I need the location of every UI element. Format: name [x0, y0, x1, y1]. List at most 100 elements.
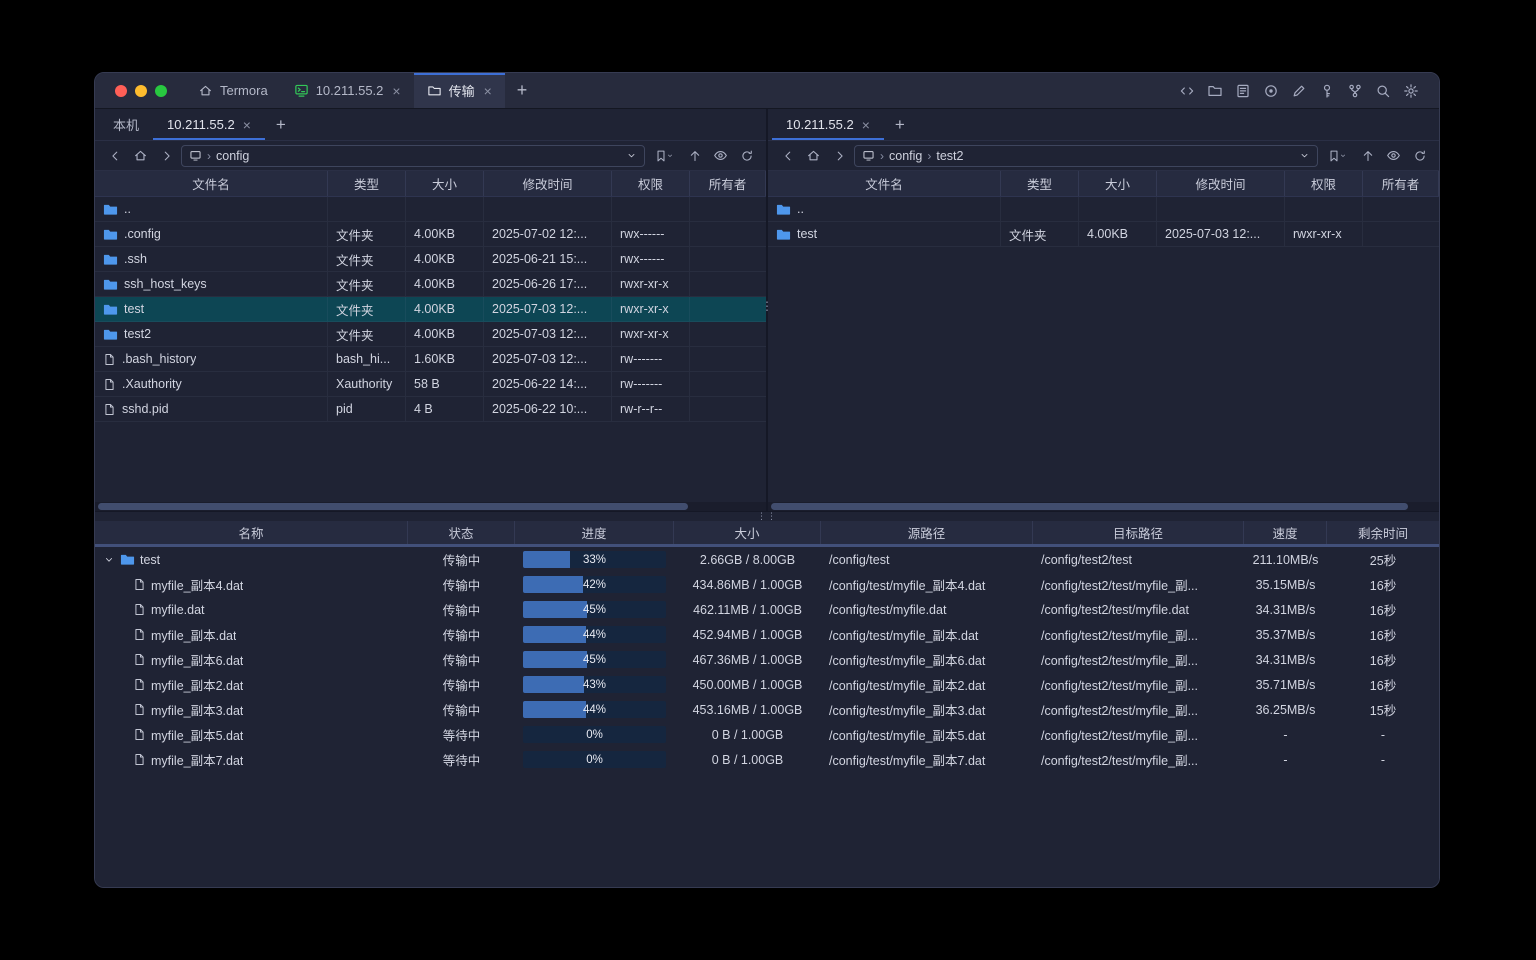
- scrollbar-thumb[interactable]: [98, 503, 688, 510]
- transfer-row[interactable]: test传输中33%2.66GB / 8.00GB/config/test/co…: [95, 547, 1439, 572]
- file-row[interactable]: ..: [95, 197, 766, 222]
- right-pane-hscrollbar[interactable]: [768, 502, 1439, 511]
- chevron-down-icon[interactable]: [1299, 150, 1310, 161]
- left-pane-home-button[interactable]: [129, 145, 152, 167]
- left-pane-forward-button[interactable]: [155, 145, 178, 167]
- path-segment[interactable]: config: [889, 149, 922, 163]
- tab-label: 10.211.55.2: [786, 117, 854, 132]
- file-icon: [133, 678, 146, 691]
- column-header[interactable]: 大小: [1079, 171, 1157, 196]
- collapse-icon[interactable]: [103, 554, 115, 566]
- close-tab-icon[interactable]: ×: [392, 84, 400, 98]
- zoom-window-button[interactable]: [155, 85, 167, 97]
- toolbar-record-button[interactable]: [1258, 79, 1283, 103]
- right-pane-path-bar[interactable]: ›config›test2: [854, 145, 1318, 167]
- window-tab-host[interactable]: 10.211.55.2×: [281, 73, 414, 108]
- column-header[interactable]: 权限: [612, 171, 690, 196]
- pane-splitter[interactable]: ⋮: [766, 109, 768, 511]
- right-pane-parent-dir-button[interactable]: [1356, 145, 1379, 167]
- column-header[interactable]: 类型: [1001, 171, 1079, 196]
- file-row[interactable]: .XauthorityXauthority58 B2025-06-22 14:.…: [95, 372, 766, 397]
- close-tab-icon[interactable]: ×: [862, 118, 870, 132]
- column-header[interactable]: 类型: [328, 171, 406, 196]
- file-owner-cell: [1363, 222, 1439, 246]
- left-pane-path-bar[interactable]: ›config: [181, 145, 645, 167]
- right-pane-back-button[interactable]: [776, 145, 799, 167]
- chevron-down-icon[interactable]: [626, 150, 637, 161]
- column-header[interactable]: 目标路径: [1033, 521, 1244, 544]
- file-row[interactable]: test文件夹4.00KB2025-07-03 12:...rwxr-xr-x: [768, 222, 1439, 247]
- left-pane-bookmark-button[interactable]: [648, 145, 680, 167]
- file-row[interactable]: .ssh文件夹4.00KB2025-06-21 15:...rwx------: [95, 247, 766, 272]
- column-header[interactable]: 修改时间: [1157, 171, 1285, 196]
- transfer-row[interactable]: myfile_副本5.dat等待中0%0 B / 1.00GB/config/t…: [95, 722, 1439, 747]
- column-header[interactable]: 权限: [1285, 171, 1363, 196]
- left-pane-refresh-button[interactable]: [735, 145, 758, 167]
- transfer-row[interactable]: myfile_副本4.dat传输中42%434.86MB / 1.00GB/co…: [95, 572, 1439, 597]
- column-header[interactable]: 所有者: [1363, 171, 1439, 196]
- transfer-row[interactable]: myfile_副本7.dat等待中0%0 B / 1.00GB/config/t…: [95, 747, 1439, 772]
- right-pane-home-button[interactable]: [802, 145, 825, 167]
- file-row[interactable]: ..: [768, 197, 1439, 222]
- column-header[interactable]: 文件名: [768, 171, 1001, 196]
- branch-icon: [1347, 83, 1363, 99]
- left-pane-show-hidden-button[interactable]: [709, 145, 732, 167]
- transfer-splitter[interactable]: ⋮⋮: [95, 511, 1439, 521]
- scrollbar-thumb[interactable]: [771, 503, 1408, 510]
- file-row[interactable]: test2文件夹4.00KB2025-07-03 12:...rwxr-xr-x: [95, 322, 766, 347]
- right-pane-forward-button[interactable]: [828, 145, 851, 167]
- toolbar-search-button[interactable]: [1370, 79, 1395, 103]
- left-pane-hscrollbar[interactable]: [95, 502, 766, 511]
- toolbar-folder-button[interactable]: [1202, 79, 1227, 103]
- column-header[interactable]: 剩余时间: [1327, 521, 1439, 544]
- left-pane-back-button[interactable]: [103, 145, 126, 167]
- minimize-window-button[interactable]: [135, 85, 147, 97]
- column-header[interactable]: 名称: [95, 521, 408, 544]
- window-tab-transfer[interactable]: 传输×: [414, 73, 505, 108]
- path-segment[interactable]: config: [216, 149, 249, 163]
- right-pane-new-tab-button[interactable]: +: [884, 109, 916, 140]
- left-pane-tab-1[interactable]: 10.211.55.2×: [153, 109, 265, 140]
- column-header[interactable]: 修改时间: [484, 171, 612, 196]
- file-row[interactable]: .bash_historybash_hi...1.60KB2025-07-03 …: [95, 347, 766, 372]
- column-header[interactable]: 源路径: [821, 521, 1033, 544]
- toolbar-settings-button[interactable]: [1398, 79, 1423, 103]
- toolbar-code-button[interactable]: [1174, 79, 1199, 103]
- column-header[interactable]: 速度: [1244, 521, 1327, 544]
- toolbar-edit-button[interactable]: [1286, 79, 1311, 103]
- toolbar-log-button[interactable]: [1230, 79, 1255, 103]
- new-window-tab-button[interactable]: +: [505, 73, 540, 108]
- left-pane-new-tab-button[interactable]: +: [265, 109, 297, 140]
- column-header[interactable]: 状态: [408, 521, 515, 544]
- transfer-row[interactable]: myfile_副本.dat传输中44%452.94MB / 1.00GB/con…: [95, 622, 1439, 647]
- column-header[interactable]: 进度: [515, 521, 674, 544]
- splitter-handle-icon[interactable]: ⋮: [761, 301, 773, 311]
- transfer-row[interactable]: myfile_副本2.dat传输中43%450.00MB / 1.00GB/co…: [95, 672, 1439, 697]
- right-pane-refresh-button[interactable]: [1408, 145, 1431, 167]
- file-row[interactable]: sshd.pidpid4 B2025-06-22 10:...rw-r--r--: [95, 397, 766, 422]
- transfer-row[interactable]: myfile_副本3.dat传输中44%453.16MB / 1.00GB/co…: [95, 697, 1439, 722]
- right-pane-bookmark-button[interactable]: [1321, 145, 1353, 167]
- transfer-row[interactable]: myfile.dat传输中45%462.11MB / 1.00GB/config…: [95, 597, 1439, 622]
- right-pane-show-hidden-button[interactable]: [1382, 145, 1405, 167]
- close-tab-icon[interactable]: ×: [243, 118, 251, 132]
- close-tab-icon[interactable]: ×: [484, 84, 492, 98]
- transfer-row[interactable]: myfile_副本6.dat传输中45%467.36MB / 1.00GB/co…: [95, 647, 1439, 672]
- file-row[interactable]: ssh_host_keys文件夹4.00KB2025-06-26 17:...r…: [95, 272, 766, 297]
- toolbar-branch-button[interactable]: [1342, 79, 1367, 103]
- file-type-cell: 文件夹: [1001, 222, 1079, 246]
- path-segment[interactable]: test2: [936, 149, 963, 163]
- right-pane-tab-0[interactable]: 10.211.55.2 ×: [772, 109, 884, 140]
- column-header[interactable]: 文件名: [95, 171, 328, 196]
- file-row[interactable]: test文件夹4.00KB2025-07-03 12:...rwxr-xr-x: [95, 297, 766, 322]
- column-header[interactable]: 所有者: [690, 171, 766, 196]
- toolbar-key-button[interactable]: [1314, 79, 1339, 103]
- left-pane-tab-0[interactable]: 本机: [99, 109, 153, 140]
- window-tab-termora[interactable]: Termora: [185, 73, 281, 108]
- close-window-button[interactable]: [115, 85, 127, 97]
- file-row[interactable]: .config文件夹4.00KB2025-07-02 12:...rwx----…: [95, 222, 766, 247]
- column-header[interactable]: 大小: [406, 171, 484, 196]
- transfer-speed-cell: 211.10MB/s: [1244, 547, 1327, 572]
- column-header[interactable]: 大小: [674, 521, 821, 544]
- left-pane-parent-dir-button[interactable]: [683, 145, 706, 167]
